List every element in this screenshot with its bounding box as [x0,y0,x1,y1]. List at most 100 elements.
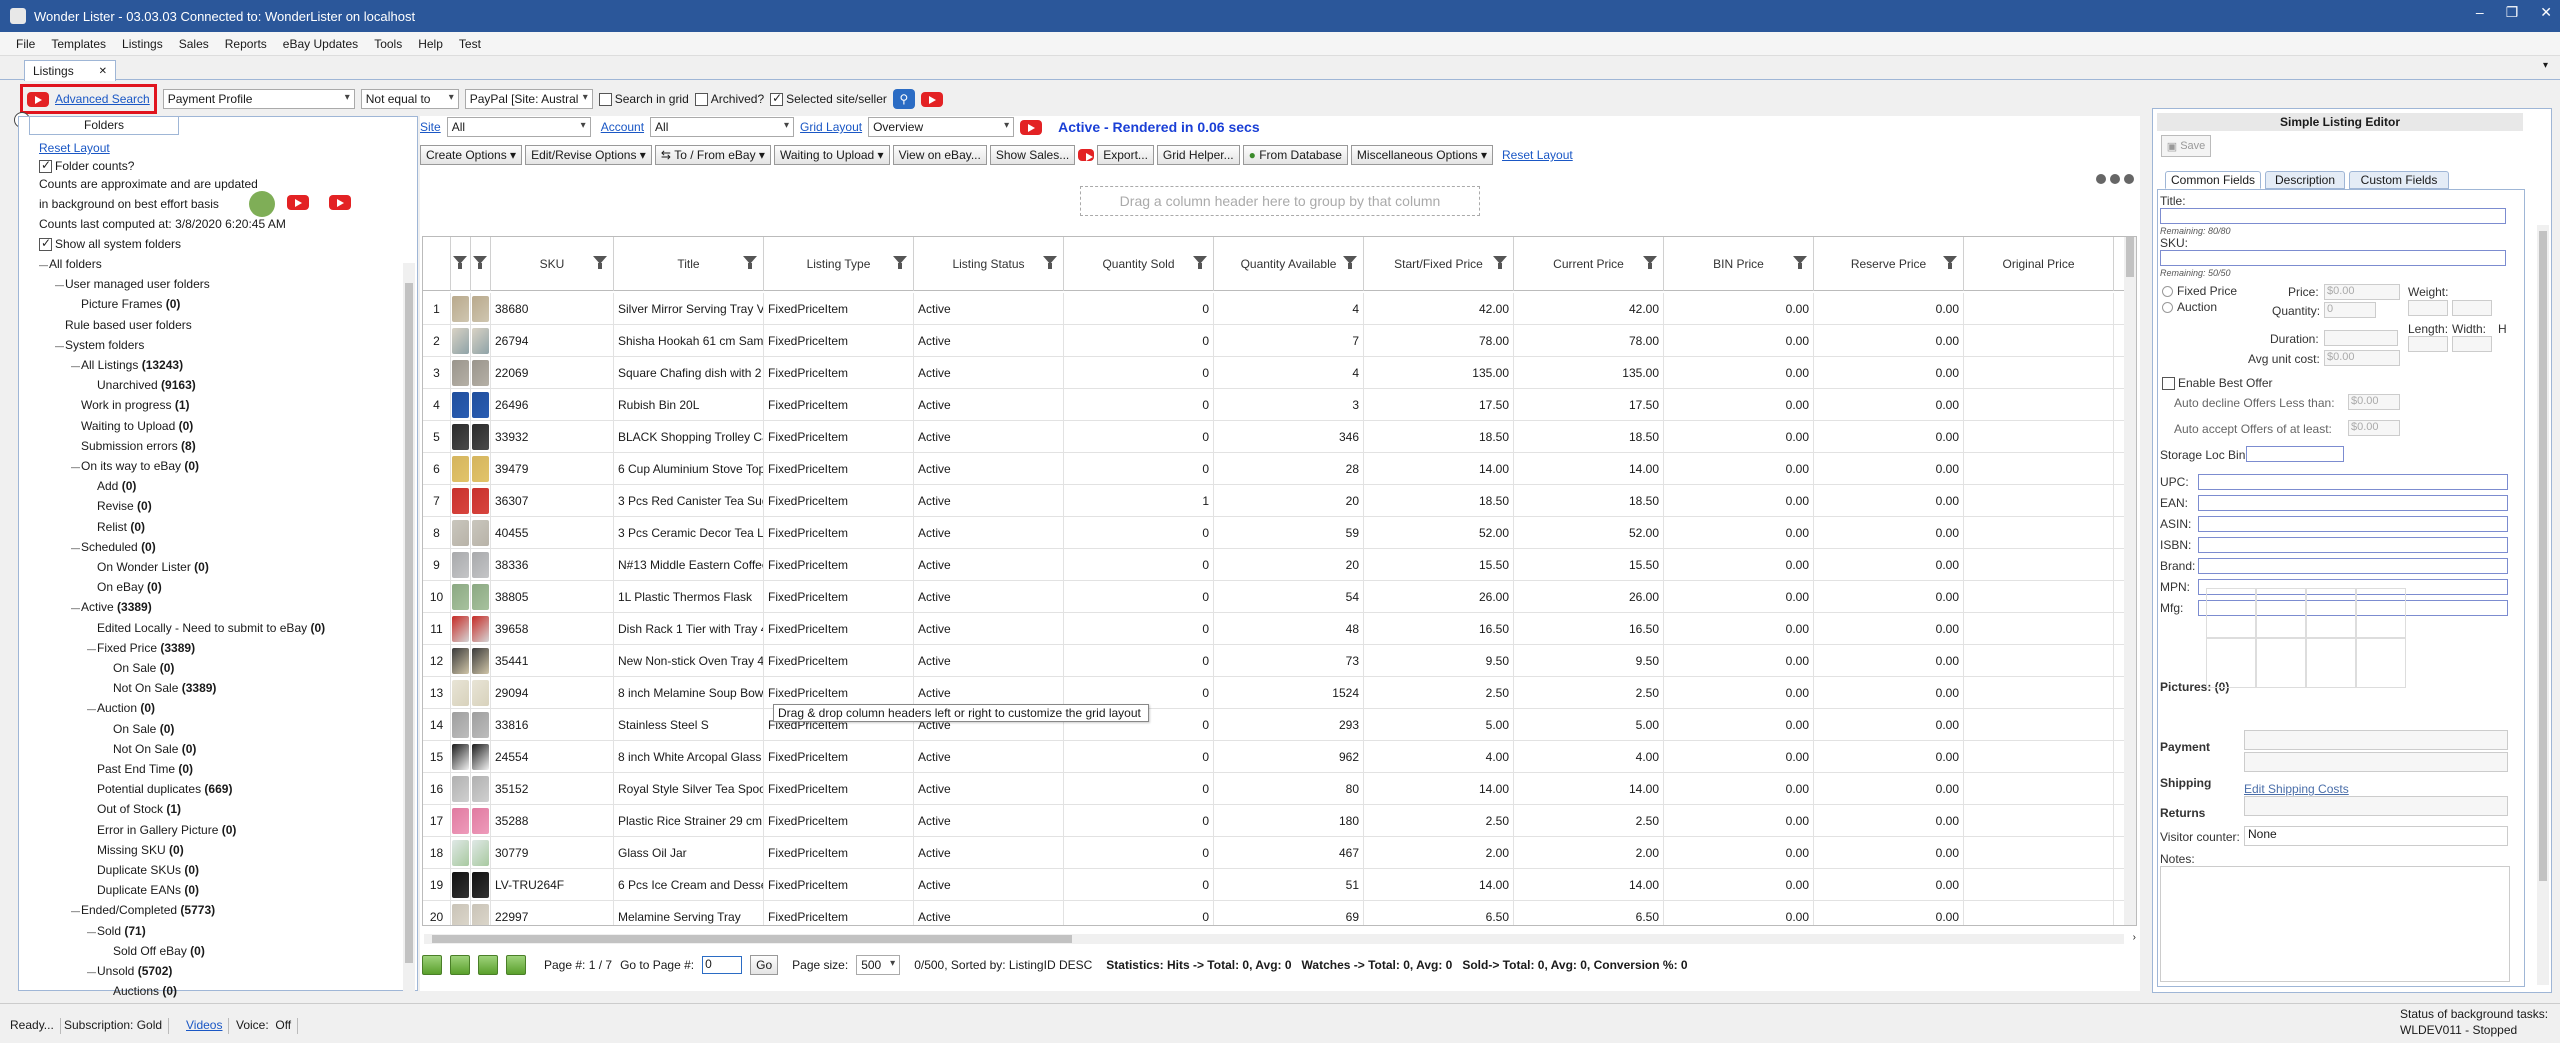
filter-icon[interactable] [593,256,607,269]
quantity-input[interactable]: 0 [2324,302,2376,318]
folder-tree-item[interactable]: Past End Time (0) [87,762,193,776]
folder-tree-item[interactable]: —Fixed Price (3389) [87,641,195,655]
grid-options-dots[interactable] [2096,174,2134,184]
folder-tree-item[interactable]: Add (0) [87,479,136,493]
filter-icon[interactable] [1943,256,1957,269]
export-button[interactable]: Export... [1097,145,1154,165]
product-thumbnail[interactable] [452,808,469,834]
folder-tree-item[interactable]: Revise (0) [87,499,152,513]
table-row[interactable]: 4 26496 Rubish Bin 20L FixedPriceItem Active… [423,389,2136,421]
auction-radio[interactable]: Auction [2162,300,2217,314]
scroll-right-icon[interactable]: › [2133,932,2136,943]
product-thumbnail[interactable] [452,296,469,322]
folder-tree-item[interactable]: —Sold (71) [87,924,146,938]
close-icon[interactable]: ✕ [2540,4,2552,21]
product-thumbnail[interactable] [472,488,489,514]
field-combo[interactable]: Payment Profile [162,89,355,109]
reset-layout-link[interactable]: Reset Layout [39,141,110,155]
folder-tree-item[interactable]: —System folders [55,338,144,352]
misc-options-button[interactable]: Miscellaneous Options ▾ [1350,145,1494,165]
column-header[interactable]: Reserve Price [1814,237,1964,291]
table-row[interactable]: 20 22997 Melamine Serving Tray FixedPriceIt… [423,901,2136,925]
column-header[interactable]: SKU [491,237,614,291]
product-thumbnail[interactable] [472,584,489,610]
folder-tree-item[interactable]: Out of Stock (1) [87,802,181,816]
folders-scrollbar[interactable] [403,263,415,993]
column-header[interactable]: Listing Type [764,237,914,291]
menu-ebay-updates[interactable]: eBay Updates [275,37,366,51]
table-row[interactable]: 14 33816 Stainless Steel S FixedPriceItem Ac… [423,709,2136,741]
table-row[interactable]: 1 38680 Silver Mirror Serving Tray Ve Fixed… [423,293,2136,325]
youtube-icon[interactable] [287,195,309,210]
folder-tree-item[interactable]: —Auction (0) [87,701,155,715]
youtube-icon[interactable] [1078,149,1095,161]
site-combo[interactable]: All [446,117,591,137]
collapse-icon[interactable]: — [87,704,97,714]
product-thumbnail[interactable] [452,680,469,706]
product-thumbnail[interactable] [452,712,469,738]
product-thumbnail[interactable] [472,840,489,866]
collapse-icon[interactable]: — [71,603,81,613]
folder-tree-item[interactable]: Edited Locally - Need to submit to eBay … [87,621,325,635]
auto-decline-input[interactable]: $0.00 [2348,394,2400,410]
product-thumbnail[interactable] [452,776,469,802]
folder-tree-item[interactable]: —On its way to eBay (0) [71,459,199,473]
folder-tree-item[interactable]: Potential duplicates (669) [87,782,232,796]
folder-tree-item[interactable]: Sold Off eBay (0) [103,944,205,958]
folder-tree-item[interactable]: —Active (3389) [71,600,152,614]
folder-tree-item[interactable]: Error in Gallery Picture (0) [87,823,236,837]
product-thumbnail[interactable] [452,360,469,386]
product-thumbnail[interactable] [452,424,469,450]
id-field-input[interactable] [2198,474,2508,490]
product-thumbnail[interactable] [452,328,469,354]
last-page-icon[interactable] [506,955,526,975]
show-system-folders-checkbox[interactable]: Show all system folders [39,236,181,252]
folder-tree-item[interactable]: —All folders [39,257,102,271]
account-combo[interactable]: All [650,117,795,137]
id-field-input[interactable] [2198,495,2508,511]
folder-tree-item[interactable]: Missing SKU (0) [87,843,184,857]
column-header[interactable]: BIN Price [1664,237,1814,291]
product-thumbnail[interactable] [472,296,489,322]
column-header[interactable]: Title [614,237,764,291]
group-by-drop-zone[interactable]: Drag a column header here to group by th… [1080,186,1480,216]
tab-dropdown-icon[interactable]: ▾ [2543,60,2548,71]
folder-tree-item[interactable]: On eBay (0) [87,580,162,594]
account-link[interactable]: Account [601,120,644,134]
table-row[interactable]: 8 40455 3 Pcs Ceramic Decor Tea Lig FixedPr… [423,517,2136,549]
reset-layout-link[interactable]: Reset Layout [1502,148,1573,162]
table-row[interactable]: 15 24554 8 inch White Arcopal Glass FixedPr… [423,741,2136,773]
product-thumbnail[interactable] [472,424,489,450]
folder-tree-item[interactable]: Submission errors (8) [71,439,196,453]
collapse-icon[interactable]: — [71,906,81,916]
folder-tree-item[interactable]: Relist (0) [87,520,145,534]
auto-accept-input[interactable]: $0.00 [2348,420,2400,436]
shipping-input[interactable] [2244,752,2508,772]
table-row[interactable]: 17 35288 Plastic Rice Strainer 29 cm FixedP… [423,805,2136,837]
product-thumbnail[interactable] [472,520,489,546]
filter-icon[interactable] [1793,256,1807,269]
column-header[interactable]: Original Price [1964,237,2114,291]
product-thumbnail[interactable] [452,456,469,482]
fixed-price-radio[interactable]: Fixed Price [2162,284,2237,298]
folder-tree-item[interactable]: Duplicate SKUs (0) [87,863,199,877]
folder-tree-item[interactable]: On Wonder Lister (0) [87,560,209,574]
folder-tree-item[interactable]: —User managed user folders [55,277,210,291]
menu-templates[interactable]: Templates [43,37,114,51]
folder-tree-item[interactable]: Waiting to Upload (0) [71,419,193,433]
tab-listings[interactable]: Listings ✕ [24,60,116,81]
folder-tree-item[interactable]: Not On Sale (0) [103,742,196,756]
product-thumbnail[interactable] [472,904,489,925]
youtube-icon[interactable] [27,91,49,107]
minimize-icon[interactable]: – [2476,4,2484,21]
table-row[interactable]: 16 35152 Royal Style Silver Tea Spoon Fixed… [423,773,2136,805]
product-thumbnail[interactable] [472,680,489,706]
selected-site-seller-checkbox[interactable]: Selected site/seller [770,91,887,107]
site-link[interactable]: Site [420,120,441,134]
archived-checkbox[interactable]: Archived? [694,92,764,107]
save-button[interactable]: ▣ Save [2161,135,2211,157]
collapse-icon[interactable]: — [71,543,81,553]
product-thumbnail[interactable] [452,552,469,578]
column-header[interactable]: Current Price [1514,237,1664,291]
product-thumbnail[interactable] [472,456,489,482]
